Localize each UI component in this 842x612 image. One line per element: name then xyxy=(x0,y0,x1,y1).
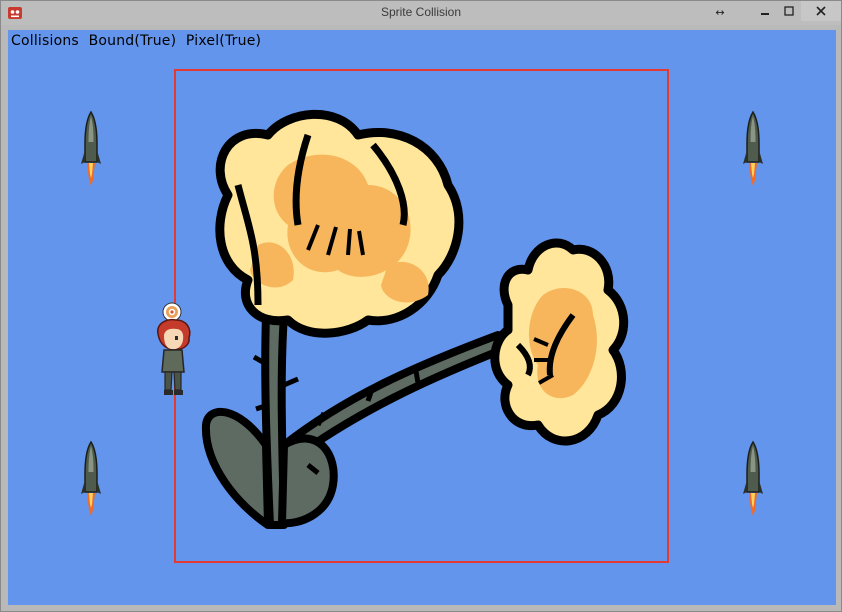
game-window: Sprite Collision ↔ Collisions Bound(True… xyxy=(0,0,842,612)
title-bar[interactable]: Sprite Collision ↔ xyxy=(1,1,841,25)
character-icon xyxy=(157,302,191,395)
collision-status: Collisions Bound(True) Pixel(True) xyxy=(11,33,266,49)
minimize-button[interactable] xyxy=(753,1,777,21)
maximize-button[interactable] xyxy=(777,1,801,21)
pixel-status: Pixel(True) xyxy=(185,33,262,49)
status-label: Collisions xyxy=(11,33,79,49)
rocket-icon xyxy=(81,110,101,186)
rocket-icon xyxy=(743,440,763,516)
minimize-icon xyxy=(761,13,769,15)
rocket-icon xyxy=(81,440,101,516)
bound-status: Bound(True) xyxy=(88,33,177,49)
maximize-icon xyxy=(784,6,794,16)
close-icon xyxy=(816,6,826,16)
game-canvas[interactable]: Collisions Bound(True) Pixel(True) xyxy=(8,30,836,605)
flower-icon xyxy=(201,109,629,529)
close-button[interactable] xyxy=(801,1,841,21)
rocket-icon xyxy=(743,110,763,186)
resize-icon[interactable]: ↔ xyxy=(709,2,731,22)
